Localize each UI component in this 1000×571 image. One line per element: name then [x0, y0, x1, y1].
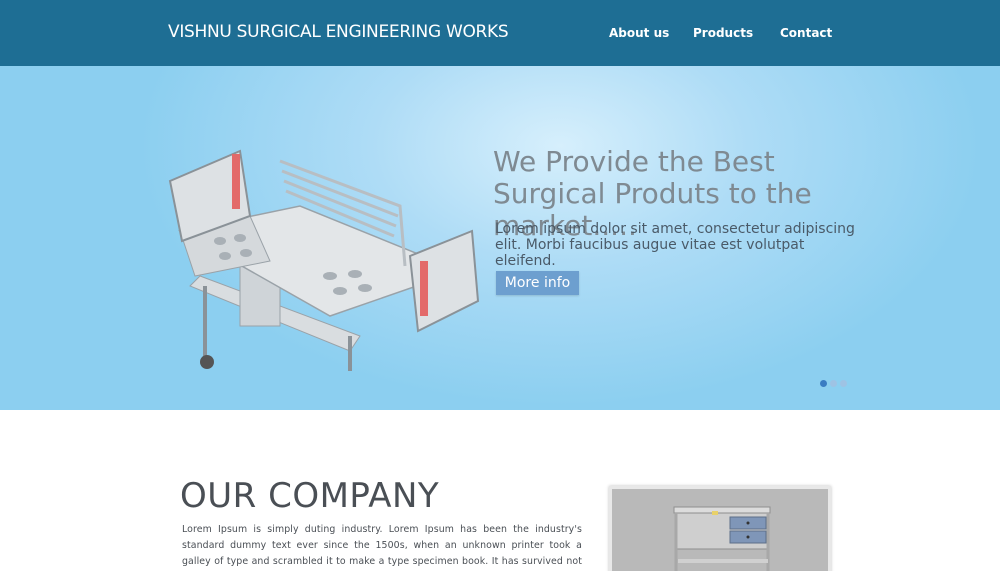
trolley-image	[609, 486, 831, 571]
slider-dot-3[interactable]	[840, 380, 847, 387]
site-header: VISHNU SURGICAL ENGINEERING WORKS About …	[0, 0, 1000, 66]
nav-about-us[interactable]: About us	[609, 26, 669, 40]
nav-contact[interactable]: Contact	[780, 26, 832, 40]
company-heading: OUR COMPANY	[180, 476, 440, 516]
slider-dot-2[interactable]	[830, 380, 837, 387]
hospital-bed-image	[168, 149, 480, 371]
slider-dot-1[interactable]	[820, 380, 827, 387]
main-nav: About us Products Contact	[0, 26, 1000, 42]
slider-pagination	[820, 380, 850, 388]
company-description: Lorem Ipsum is simply duting industry. L…	[182, 524, 582, 567]
hero-description: Lorem ipsum dolor sit amet, consectetur …	[495, 221, 855, 269]
more-info-button[interactable]: More info	[496, 271, 579, 295]
trolley-illustration	[612, 489, 828, 571]
hero-slider: We Provide the Best Surgical Produts to …	[0, 66, 1000, 410]
nav-products[interactable]: Products	[693, 26, 753, 40]
